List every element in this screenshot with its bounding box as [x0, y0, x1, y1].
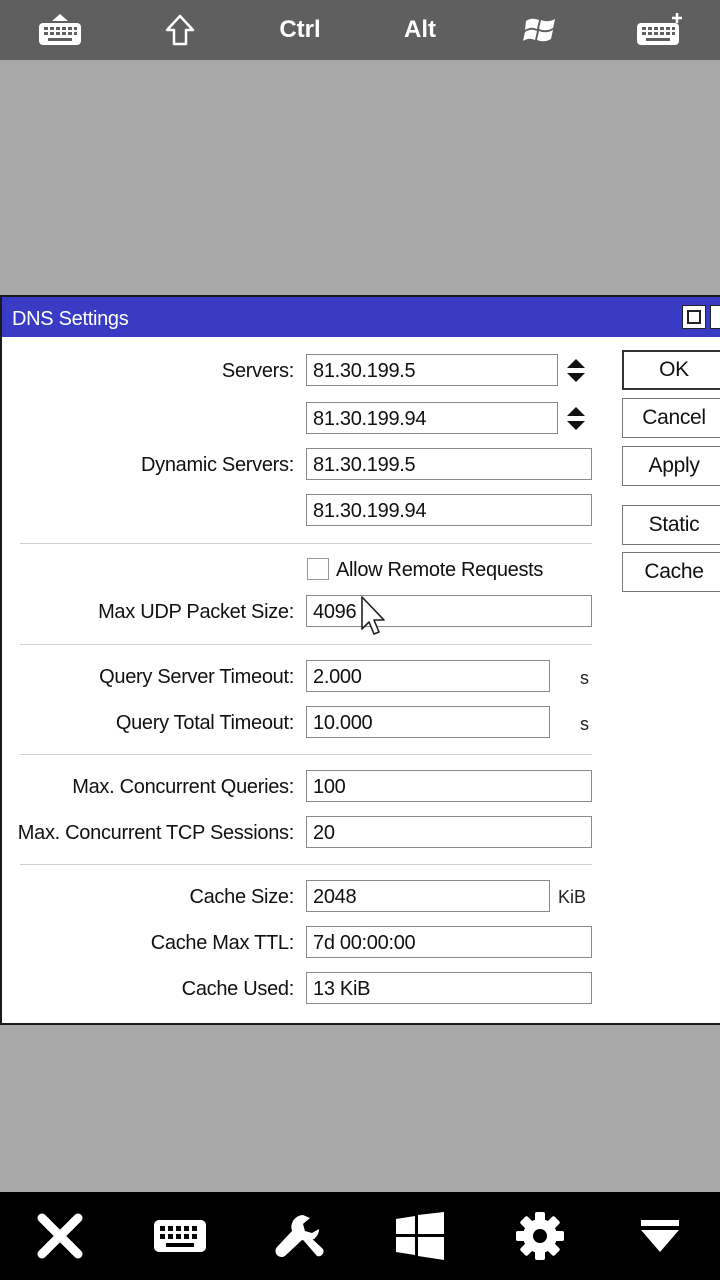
keyboard-add-icon — [637, 13, 682, 45]
shift-button[interactable] — [120, 0, 240, 60]
max-concurrent-queries-label: Max. Concurrent Queries: — [72, 776, 294, 798]
allow-remote-requests-label[interactable]: Allow Remote Requests — [336, 559, 543, 582]
cache-max-ttl-field[interactable]: 7d 00:00:00 — [306, 926, 592, 958]
windows-logo-icon — [396, 1212, 444, 1260]
query-total-timeout-field[interactable]: 10.000 — [306, 706, 550, 738]
ctrl-key-button[interactable]: Ctrl — [240, 0, 360, 60]
static-button[interactable]: Static — [622, 505, 720, 545]
ctrl-key-label: Ctrl — [279, 16, 321, 43]
separator — [20, 644, 592, 645]
cancel-button[interactable]: Cancel — [622, 398, 720, 438]
settings-button[interactable] — [480, 1192, 600, 1280]
cache-used-field: 13 KiB — [306, 972, 592, 1004]
dynamic-servers-label: Dynamic Servers: — [140, 454, 294, 476]
server-1-reorder-icon[interactable] — [564, 354, 588, 386]
dropdown-arrow-icon — [641, 1220, 679, 1252]
bottom-action-bar — [0, 1192, 720, 1280]
query-server-timeout-field[interactable]: 2.000 — [306, 660, 550, 692]
cache-size-label: Cache Size: — [189, 886, 294, 908]
ok-button[interactable]: OK — [622, 350, 720, 390]
allow-remote-requests-checkbox[interactable] — [307, 558, 329, 580]
server-field-2[interactable]: 81.30.199.94 — [306, 402, 558, 434]
max-concurrent-queries-field[interactable]: 100 — [306, 770, 592, 802]
keyboard-toolbar: Ctrl Alt — [0, 0, 720, 60]
collapse-menu-button[interactable] — [600, 1192, 720, 1280]
dialog-titlebar[interactable]: DNS Settings — [2, 297, 720, 337]
servers-label: Servers: — [221, 360, 294, 382]
max-udp-packet-size-label: Max UDP Packet Size: — [98, 601, 294, 623]
separator — [20, 864, 592, 865]
dialog-title: DNS Settings — [12, 308, 129, 330]
windows-start-button[interactable] — [360, 1192, 480, 1280]
close-icon — [37, 1213, 83, 1259]
cache-max-ttl-label: Cache Max TTL: — [150, 932, 295, 954]
keyboard-hide-button[interactable] — [0, 0, 120, 60]
kib-unit: KiB — [558, 887, 587, 907]
apply-button[interactable]: Apply — [622, 446, 720, 486]
max-concurrent-tcp-sessions-field[interactable]: 20 — [306, 816, 592, 848]
separator — [20, 754, 592, 755]
mouse-cursor-icon — [361, 596, 385, 635]
max-udp-packet-size-field[interactable]: 4096 — [306, 595, 592, 627]
keyboard-icon — [154, 1220, 206, 1252]
keyboard-add-button[interactable] — [600, 0, 720, 60]
seconds-unit: s — [580, 714, 589, 734]
cache-size-field[interactable]: 2048 — [306, 880, 550, 912]
alt-key-button[interactable]: Alt — [360, 0, 480, 60]
separator — [20, 543, 592, 544]
wrench-icon — [275, 1215, 324, 1258]
max-concurrent-tcp-sessions-label: Max. Concurrent TCP Sessions: — [17, 822, 295, 844]
server-field-1[interactable]: 81.30.199.5 — [306, 354, 558, 386]
shift-arrow-icon — [165, 14, 195, 46]
tools-button[interactable] — [240, 1192, 360, 1280]
windows-key-button[interactable] — [480, 0, 600, 60]
cache-used-label: Cache Used: — [181, 978, 295, 1000]
seconds-unit: s — [580, 668, 589, 688]
server-2-reorder-icon[interactable] — [564, 402, 588, 434]
windows-logo-icon — [523, 18, 555, 42]
keyboard-button[interactable] — [120, 1192, 240, 1280]
alt-key-label: Alt — [404, 16, 436, 43]
query-total-timeout-label: Query Total Timeout: — [115, 712, 294, 734]
gear-icon — [516, 1212, 564, 1260]
close-window-button[interactable] — [710, 305, 720, 329]
query-server-timeout-label: Query Server Timeout: — [99, 666, 294, 688]
cache-button[interactable]: Cache — [622, 552, 720, 592]
dns-settings-dialog: DNS Settings Servers: 81.30.199.5 81.30.… — [0, 295, 720, 1025]
dynamic-server-field-2: 81.30.199.94 — [306, 494, 592, 526]
disconnect-button[interactable] — [0, 1192, 120, 1280]
maximize-button[interactable] — [682, 305, 706, 329]
keyboard-hide-icon — [39, 14, 81, 45]
dynamic-server-field-1: 81.30.199.5 — [306, 448, 592, 480]
